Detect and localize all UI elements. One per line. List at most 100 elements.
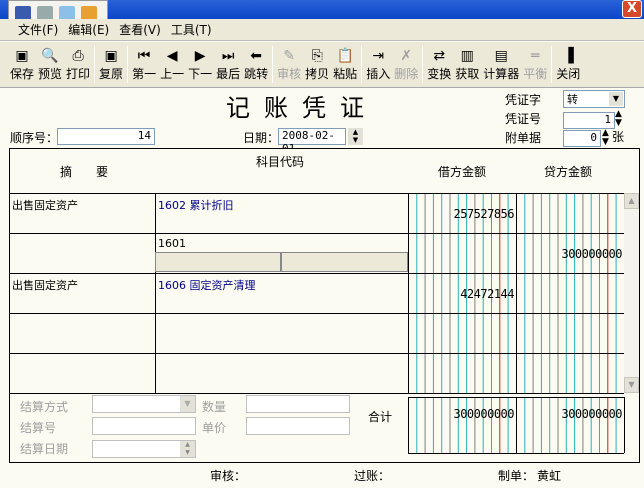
toolbar-label: 获取: [455, 67, 480, 81]
attachments-unit: 张: [612, 130, 625, 144]
post-label: 过账：: [354, 469, 391, 483]
toolbar-button-paste[interactable]: 📋 粘贴: [331, 42, 359, 87]
toolbar-button-prev[interactable]: ◀ 上一: [158, 42, 186, 87]
toolbar-button-preview[interactable]: 🔍 预览: [36, 42, 64, 87]
attachments-field[interactable]: 0: [563, 130, 601, 147]
date-field[interactable]: 2008-02-01: [278, 128, 346, 155]
insert-icon: ⇥: [372, 48, 385, 64]
toolbar-button-jump[interactable]: ⬅ 跳转: [242, 42, 270, 87]
prev-icon: ◀: [166, 48, 178, 64]
price-field[interactable]: [246, 417, 350, 435]
aux-cell-1[interactable]: [155, 252, 281, 272]
toolbar-button-last[interactable]: ⏭ 最后: [214, 42, 242, 87]
toolbar: ▣ 保存 🔍 预览 ⎙ 打印 ▣ 复原 ⏮ 第一 ◀ 上一 ▶ 下一 ⏭ 最后 ⬅ 跳转 ✎ 审核 ⎘ 拷贝 📋 粘贴 ⇥ 插入 ✗…: [0, 42, 644, 88]
row-account[interactable]: [156, 315, 160, 319]
scroll-up-icon[interactable]: ▲: [624, 193, 639, 209]
toolbar-label: 插入: [366, 67, 391, 81]
copy-icon: ⎘: [311, 48, 323, 64]
print-icon: ⎙: [72, 48, 84, 64]
settle-date-spinner[interactable]: ▲ ▼: [180, 441, 195, 457]
scroll-down-icon[interactable]: ▼: [624, 377, 639, 393]
row-account[interactable]: 1606 固定资产清理: [156, 275, 258, 295]
voucher-no-spinner[interactable]: ▲ ▼: [615, 110, 622, 128]
attachments-spinner[interactable]: ▲ ▼: [602, 129, 609, 147]
row-credit[interactable]: [516, 325, 624, 329]
row-debit[interactable]: [408, 365, 516, 369]
aux-cell-2[interactable]: [281, 252, 408, 272]
preview-icon: 🔍: [41, 48, 59, 64]
toolbar-separator: [272, 46, 274, 83]
toolbar-button-close-door[interactable]: ▐ 关闭: [554, 42, 582, 87]
toolbar-button-audit[interactable]: ✎ 审核: [275, 42, 303, 87]
row-debit[interactable]: [408, 325, 516, 329]
row-summary[interactable]: [10, 235, 14, 239]
toolbar-button-copy[interactable]: ⎘ 拷贝: [303, 42, 331, 87]
date-spinner[interactable]: ▲ ▼: [348, 128, 363, 145]
row-account[interactable]: 1601: [156, 235, 188, 252]
voucher-type-select[interactable]: 转 ▼: [563, 90, 625, 108]
settle-date-field[interactable]: ▲ ▼: [92, 440, 196, 458]
seq-field[interactable]: 14: [57, 128, 155, 145]
footer: 审核： 过账： 制单： 黄虹: [0, 462, 644, 488]
toolbar-label: 最后: [216, 67, 241, 81]
paste-icon: 📋: [336, 48, 354, 64]
toolbar-button-first[interactable]: ⏮ 第一: [130, 42, 158, 87]
toolbar-label: 跳转: [244, 67, 269, 81]
menu-bar: 文件(F) 编辑(E) 查看(V) 工具(T): [0, 19, 644, 41]
toolbar-label: 预览: [38, 67, 63, 81]
toolbar-button-print[interactable]: ⎙ 打印: [64, 42, 92, 87]
toolbar-button-fetch[interactable]: ▥ 获取: [453, 42, 481, 87]
row-summary[interactable]: [10, 355, 14, 359]
toolbar-separator: [422, 46, 424, 83]
audit-icon: ✎: [283, 48, 296, 64]
seq-label: 顺序号：: [10, 131, 59, 145]
toolbar-button-restore[interactable]: ▣ 复原: [97, 42, 125, 87]
chevron-down-icon[interactable]: ▼: [609, 92, 623, 106]
voucher-table: 摘 要 科目代码 借方金额 贷方金额 出售固定资产 1602 累计折旧 2575…: [9, 148, 640, 463]
row-debit[interactable]: 257527856: [408, 205, 516, 223]
page-title: 记账凭证: [226, 94, 378, 122]
voucher-type-value: 转: [567, 93, 578, 106]
audit-label: 审核：: [210, 469, 247, 483]
row-summary[interactable]: 出售固定资产: [10, 195, 80, 215]
row-credit[interactable]: [516, 285, 624, 289]
row-credit[interactable]: 300000000: [516, 245, 624, 263]
menu-tools[interactable]: 工具(T): [171, 21, 212, 38]
settle-method-label: 结算方式: [20, 400, 69, 414]
row-debit[interactable]: [408, 245, 516, 249]
row-summary[interactable]: [10, 315, 14, 319]
toolbar-label: 平衡: [523, 67, 548, 81]
settle-no-field[interactable]: [92, 417, 196, 435]
toolbar-button-insert[interactable]: ⇥ 插入: [364, 42, 392, 87]
close-button[interactable]: X: [622, 0, 642, 18]
last-icon: ⏭: [221, 48, 235, 64]
toolbar-button-delete[interactable]: ✗ 删除: [392, 42, 420, 87]
menu-edit[interactable]: 编辑(E): [68, 21, 109, 38]
balance-icon: ═: [531, 48, 540, 64]
chevron-down-icon[interactable]: ▼: [180, 396, 195, 412]
toolbar-button-transform[interactable]: ⇄ 变换: [425, 42, 453, 87]
row-account[interactable]: 1602 累计折旧: [156, 195, 236, 215]
maker-label: 制单：: [498, 469, 535, 483]
toolbar-button-calculator[interactable]: ▤ 计算器: [481, 42, 521, 87]
toolbar-label: 复原: [99, 67, 124, 81]
row-debit[interactable]: 42472144: [408, 285, 516, 303]
row-account[interactable]: [156, 355, 160, 359]
toolbar-separator: [94, 46, 96, 83]
menu-file[interactable]: 文件(F): [18, 21, 58, 38]
toolbar-button-save[interactable]: ▣ 保存: [8, 42, 36, 87]
price-label: 单价: [202, 421, 227, 435]
settle-method-select[interactable]: ▼: [92, 395, 196, 413]
toolbar-button-balance[interactable]: ═ 平衡: [521, 42, 549, 87]
qty-field[interactable]: [246, 395, 350, 413]
toolbar-button-next[interactable]: ▶ 下一: [186, 42, 214, 87]
row-summary[interactable]: 出售固定资产: [10, 275, 80, 295]
toolbar-separator: [551, 46, 553, 83]
scrollbar[interactable]: ▲ ▼: [624, 193, 639, 393]
toolbar-label: 删除: [394, 67, 419, 81]
row-credit[interactable]: [516, 365, 624, 369]
toolbar-label: 变换: [427, 67, 452, 81]
voucher-no-field[interactable]: 1: [563, 112, 615, 129]
menu-view[interactable]: 查看(V): [119, 21, 161, 38]
row-credit[interactable]: [516, 205, 624, 209]
